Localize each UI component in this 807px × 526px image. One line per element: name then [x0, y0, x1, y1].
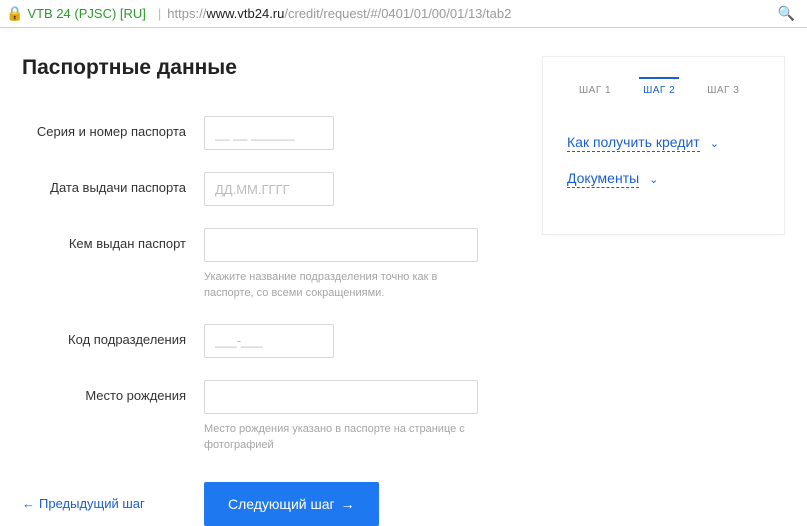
input-issue-date[interactable] — [204, 172, 334, 206]
address-divider: | — [158, 6, 161, 21]
hint-birthplace: Место рождения указано в паспорте на стр… — [204, 422, 484, 454]
input-birthplace[interactable] — [204, 380, 478, 414]
next-step-label: Следующий шаг — [228, 496, 335, 512]
field-issue-date: Дата выдачи паспорта — [22, 172, 522, 206]
url-host: www.vtb24.ru — [206, 6, 284, 21]
link-documents[interactable]: Документы — [567, 170, 639, 188]
url-path: /credit/request/#/0401/01/00/01/13/tab2 — [284, 6, 511, 21]
form-actions: ← Предыдущий шаг Следующий шаг → — [22, 482, 522, 526]
prev-step-label: Предыдущий шаг — [39, 496, 145, 511]
sidebar-card: ШАГ 1 ШАГ 2 ШАГ 3 Как получить кредит ⌄ … — [542, 56, 785, 235]
url[interactable]: https://www.vtb24.ru/credit/request/#/04… — [167, 6, 511, 21]
sidebar-link-how[interactable]: Как получить кредит ⌄ — [567, 134, 760, 152]
lock-icon: 🔒 — [6, 5, 23, 22]
input-issued-by[interactable] — [204, 228, 478, 262]
arrow-left-icon: ← — [22, 496, 35, 511]
label-birthplace: Место рождения — [22, 380, 204, 403]
step-indicator: ШАГ 1 ШАГ 2 ШАГ 3 — [567, 79, 760, 106]
sidebar-link-docs[interactable]: Документы ⌄ — [567, 170, 760, 188]
form-column: Паспортные данные Серия и номер паспорта… — [22, 56, 522, 526]
chevron-down-icon: ⌄ — [710, 137, 719, 150]
field-passport-series: Серия и номер паспорта — [22, 116, 522, 150]
input-dept-code[interactable] — [204, 324, 334, 358]
page-title: Паспортные данные — [22, 56, 522, 80]
label-issue-date: Дата выдачи паспорта — [22, 172, 204, 195]
hint-issued-by: Укажите название подразделения точно как… — [204, 270, 484, 302]
field-issued-by: Кем выдан паспорт Укажите название подра… — [22, 228, 522, 302]
step-1[interactable]: ШАГ 1 — [577, 79, 613, 106]
label-issued-by: Кем выдан паспорт — [22, 228, 204, 251]
step-3[interactable]: ШАГ 3 — [705, 79, 741, 106]
browser-address-bar: 🔒 VTB 24 (PJSC) [RU] | https://www.vtb24… — [0, 0, 807, 28]
input-passport-series[interactable] — [204, 116, 334, 150]
chevron-down-icon: ⌄ — [649, 173, 658, 186]
label-passport-series: Серия и номер паспорта — [22, 116, 204, 139]
search-icon[interactable]: 🔍 — [772, 5, 801, 22]
label-dept-code: Код подразделения — [22, 324, 204, 347]
link-how-to-get-credit[interactable]: Как получить кредит — [567, 134, 700, 152]
step-2[interactable]: ШАГ 2 — [641, 79, 677, 106]
field-birthplace: Место рождения Место рождения указано в … — [22, 380, 522, 454]
arrow-right-icon: → — [341, 496, 355, 512]
next-step-button[interactable]: Следующий шаг → — [204, 482, 379, 526]
sidebar-column: ШАГ 1 ШАГ 2 ШАГ 3 Как получить кредит ⌄ … — [522, 56, 785, 526]
ssl-cert-label: VTB 24 (PJSC) [RU] — [27, 6, 145, 21]
url-protocol: https:// — [167, 6, 206, 21]
prev-step-link[interactable]: ← Предыдущий шаг — [22, 496, 204, 511]
field-dept-code: Код подразделения — [22, 324, 522, 358]
